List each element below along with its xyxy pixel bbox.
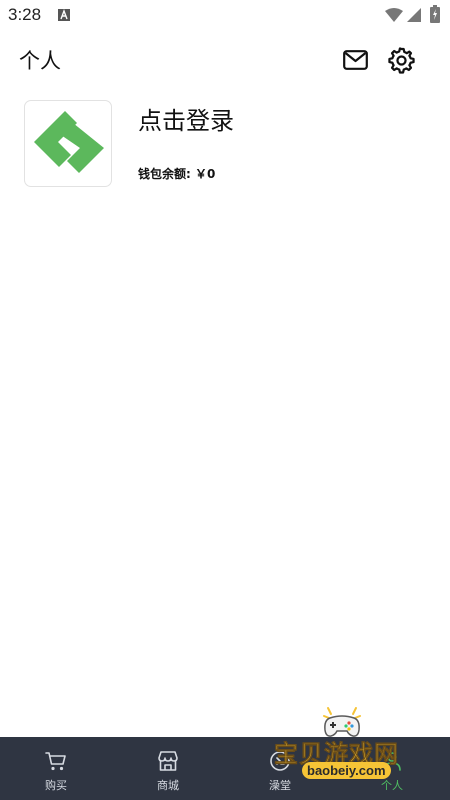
store-icon: [158, 751, 178, 771]
mail-icon[interactable]: [343, 50, 368, 70]
gear-icon[interactable]: [388, 47, 415, 74]
wifi-icon: [385, 8, 403, 22]
watermark: 宝贝游戏网 baobeiy.com: [268, 704, 428, 782]
avatar[interactable]: [24, 100, 112, 187]
nav-label-buy: 购买: [45, 779, 67, 792]
app-logo-icon: [34, 111, 104, 173]
signal-icon: [407, 8, 421, 22]
a-icon: [58, 9, 70, 21]
status-bar: 3:28: [0, 0, 450, 32]
wallet-value: ￥0: [195, 167, 216, 181]
nav-item-buy[interactable]: 购买: [0, 737, 112, 800]
wallet-label: 钱包余额:: [138, 167, 191, 181]
battery-icon: [430, 5, 440, 23]
nav-label-mall: 商城: [157, 779, 179, 792]
login-link[interactable]: 点击登录: [138, 101, 234, 136]
nav-item-mall[interactable]: 商城: [112, 737, 224, 800]
watermark-url: baobeiy.com: [302, 762, 391, 779]
cart-icon: [45, 752, 66, 771]
wallet-balance: 钱包余额: ￥0: [138, 165, 215, 182]
status-time: 3:28: [8, 5, 42, 24]
page-title: 个人: [19, 49, 61, 73]
